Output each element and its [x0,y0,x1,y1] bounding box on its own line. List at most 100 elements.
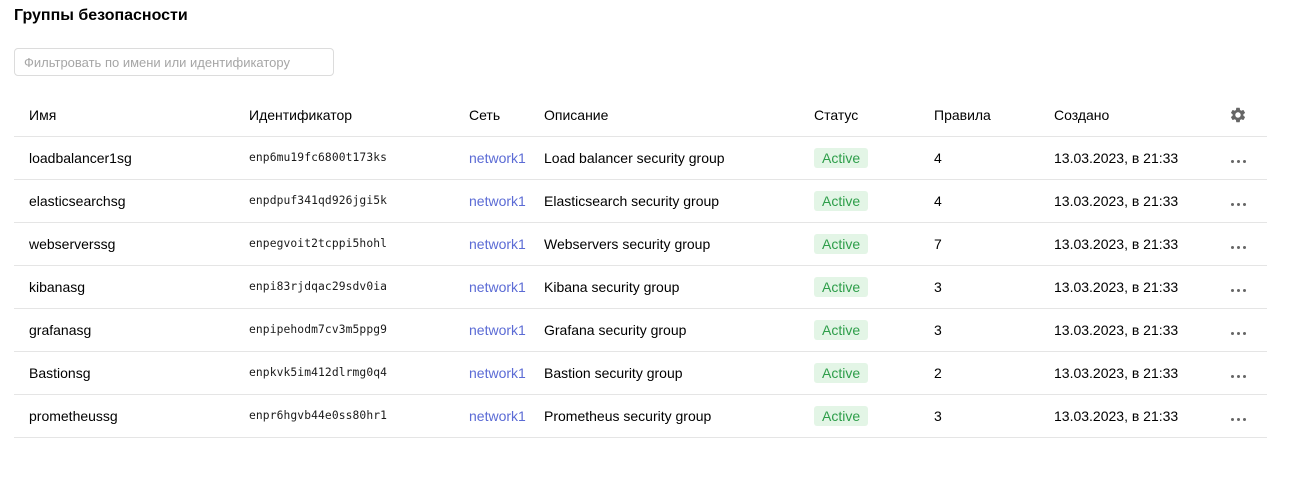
row-description: Kibana security group [544,279,680,295]
row-created: 13.03.2023, в 21:33 [1054,150,1179,166]
row-description: Bastion security group [544,365,683,381]
row-actions-button[interactable] [1226,223,1250,265]
more-horizontal-icon[interactable] [1226,356,1250,398]
row-rules: 4 [934,150,942,166]
row-network-link[interactable]: network1 [469,309,526,351]
column-header-id[interactable]: Идентификатор [249,94,352,136]
row-created: 13.03.2023, в 21:33 [1054,236,1179,252]
row-actions-button[interactable] [1226,266,1250,308]
row-actions-button[interactable] [1226,180,1250,222]
row-created: 13.03.2023, в 21:33 [1054,365,1179,381]
row-name[interactable]: kibanasg [29,266,85,308]
row-id: enpegvoit2tcppi5hohl [249,237,388,250]
row-rules: 7 [934,236,942,252]
row-description: Prometheus security group [544,408,712,424]
row-network-link[interactable]: network1 [469,352,526,394]
row-rules: 3 [934,279,942,295]
filter-field[interactable] [14,48,334,76]
row-name[interactable]: prometheussg [29,395,118,437]
status-badge: Active [814,148,869,168]
row-network-link[interactable]: network1 [469,266,526,308]
more-horizontal-icon[interactable] [1226,313,1250,355]
status-badge: Active [814,277,869,297]
row-created: 13.03.2023, в 21:33 [1054,322,1179,338]
table-header-row: Имя Идентификатор Сеть Описание Статус П… [14,94,1267,137]
network-link[interactable]: network1 [469,279,526,295]
network-link[interactable]: network1 [469,236,526,252]
row-network-link[interactable]: network1 [469,395,526,437]
table-row[interactable]: prometheussg enpr6hgvb44e0ss80hr1 network1… [14,395,1267,438]
column-header-created[interactable]: Создано [1054,94,1109,136]
row-rules: 4 [934,193,942,209]
row-network-link[interactable]: network1 [469,137,526,179]
row-description: Elasticsearch security group [544,193,720,209]
table-row[interactable]: kibanasg enpi83rjdqac29sdv0ia network1 Kiba… [14,266,1267,309]
row-name[interactable]: webserverssg [29,223,115,265]
row-actions-button[interactable] [1226,137,1250,179]
row-actions-button[interactable] [1226,395,1250,437]
row-actions-button[interactable] [1226,309,1250,351]
row-description: Load balancer security group [544,150,725,166]
row-actions-button[interactable] [1226,352,1250,394]
more-horizontal-icon[interactable] [1226,270,1250,312]
status-badge: Active [814,191,869,211]
network-link[interactable]: network1 [469,150,526,166]
row-name[interactable]: Bastionsg [29,352,90,394]
network-link[interactable]: network1 [469,365,526,381]
row-status: Active [814,309,869,351]
table-row[interactable]: elasticsearchsg enpdpuf341qd926jgi5k netwo… [14,180,1267,223]
table-row[interactable]: webserverssg enpegvoit2tcppi5hohl network1… [14,223,1267,266]
row-created: 13.03.2023, в 21:33 [1054,408,1179,424]
row-network-link[interactable]: network1 [469,180,526,222]
row-rules: 2 [934,365,942,381]
page-title: Группы безопасности [14,7,188,24]
more-horizontal-icon[interactable] [1226,141,1250,183]
network-link[interactable]: network1 [469,408,526,424]
row-status: Active [814,223,869,265]
row-name[interactable]: elasticsearchsg [29,180,126,222]
row-id: enp6mu19fc6800t173ks [249,151,388,164]
row-id: enpkvk5im412dlrmg0q4 [249,366,388,379]
filter-input[interactable] [15,49,333,75]
status-badge: Active [814,406,869,426]
column-header-name[interactable]: Имя [29,94,56,136]
more-horizontal-icon[interactable] [1226,227,1250,269]
row-network-link[interactable]: network1 [469,223,526,265]
more-horizontal-icon[interactable] [1226,184,1250,226]
column-header-status[interactable]: Статус [814,94,858,136]
table-row[interactable]: grafanasg enpipehodm7cv3m5ppg9 network1 Gra… [14,309,1267,352]
row-id: enpipehodm7cv3m5ppg9 [249,323,388,336]
table-row[interactable]: Bastionsg enpkvk5im412dlrmg0q4 network1 Bas… [14,352,1267,395]
status-badge: Active [814,234,869,254]
column-header-network[interactable]: Сеть [469,94,500,136]
table-settings-button[interactable] [1226,94,1250,136]
status-badge: Active [814,363,869,383]
column-header-rules[interactable]: Правила [934,94,991,136]
row-id: enpi83rjdqac29sdv0ia [249,280,388,293]
status-badge: Active [814,320,869,340]
row-status: Active [814,352,869,394]
row-description: Grafana security group [544,322,687,338]
security-groups-table: Имя Идентификатор Сеть Описание Статус П… [14,94,1267,438]
row-rules: 3 [934,408,942,424]
row-name[interactable]: grafanasg [29,309,91,351]
column-header-description[interactable]: Описание [544,94,608,136]
row-id: enpdpuf341qd926jgi5k [249,194,388,207]
row-id: enpr6hgvb44e0ss80hr1 [249,409,388,422]
row-created: 13.03.2023, в 21:33 [1054,279,1179,295]
network-link[interactable]: network1 [469,322,526,338]
table-row[interactable]: loadbalancer1sg enp6mu19fc6800t173ks netwo… [14,137,1267,180]
row-status: Active [814,180,869,222]
more-horizontal-icon[interactable] [1226,399,1250,441]
row-status: Active [814,137,869,179]
row-created: 13.03.2023, в 21:33 [1054,193,1179,209]
table-body: loadbalancer1sg enp6mu19fc6800t173ks netwo… [14,137,1267,438]
security-groups-page: Группы безопасности Имя Идентификатор Се… [0,0,1308,493]
row-status: Active [814,266,869,308]
network-link[interactable]: network1 [469,193,526,209]
row-description: Webservers security group [544,236,711,252]
row-status: Active [814,395,869,437]
row-name[interactable]: loadbalancer1sg [29,137,132,179]
gear-icon[interactable] [1226,94,1250,136]
row-rules: 3 [934,322,942,338]
